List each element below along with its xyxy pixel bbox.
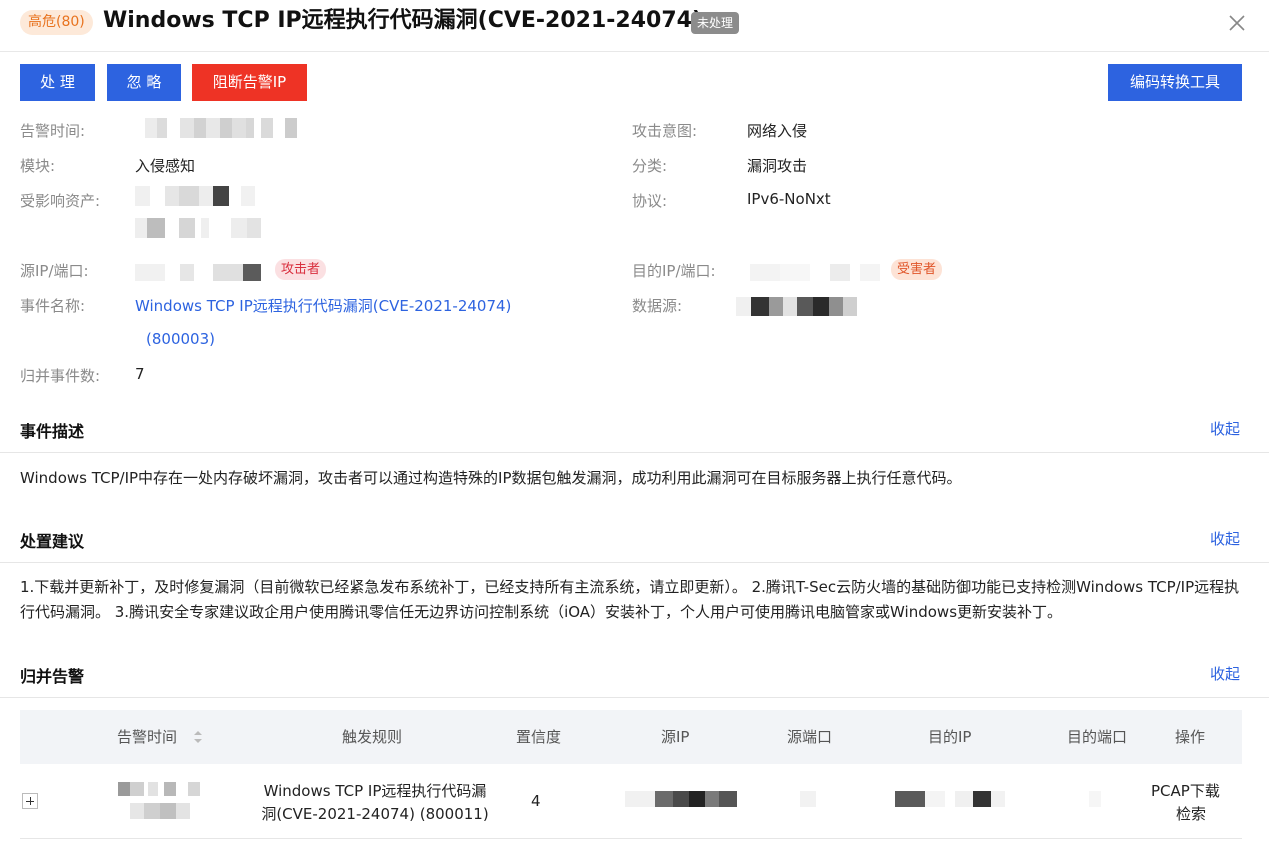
module-value: 入侵感知 <box>135 157 196 175</box>
plus-icon[interactable] <box>22 793 38 809</box>
block-ip-button[interactable]: 阻断告警IP <box>192 64 307 101</box>
pcap-download-link[interactable]: PCAP下载 <box>1151 780 1220 801</box>
column-header-dst-port: 目的端口 <box>1067 728 1128 746</box>
row-rule: Windows TCP IP远程执行代码漏 洞(CVE-2021-24074) … <box>255 780 495 826</box>
sort-icon[interactable] <box>192 729 204 745</box>
description-collapse-link[interactable]: 收起 <box>1210 418 1240 439</box>
src-ip-label: 源IP/端口: <box>20 262 89 280</box>
row-src-port-redacted <box>800 791 816 807</box>
merged-count-value: 7 <box>135 365 145 383</box>
description-text: Windows TCP/IP中存在一处内存破坏漏洞，攻击者可以通过构造特殊的IP… <box>20 469 962 487</box>
description-divider <box>0 452 1269 453</box>
event-id-link[interactable]: (800003) <box>146 330 215 348</box>
asset-label: 受影响资产: <box>20 192 101 210</box>
advice-collapse-link[interactable]: 收起 <box>1210 528 1240 549</box>
row-dst-port-redacted <box>1089 791 1101 807</box>
severity-badge: 高危(80) <box>20 10 93 35</box>
protocol-value: IPv6-NoNxt <box>747 190 831 208</box>
dst-ip-value-redacted <box>750 264 885 281</box>
row-time-redacted-2 <box>130 803 200 819</box>
alert-time-value-redacted <box>135 118 305 138</box>
column-header-rule: 触发规则 <box>342 728 403 746</box>
status-badge: 未处理 <box>691 12 740 34</box>
datasource-value-redacted <box>736 297 858 316</box>
event-name-label: 事件名称: <box>20 297 86 315</box>
ignore-button[interactable]: 忽 略 <box>107 64 181 101</box>
description-title: 事件描述 <box>20 422 85 441</box>
close-icon[interactable] <box>1226 12 1248 34</box>
row-rule-line-1: Windows TCP IP远程执行代码漏 <box>263 782 487 800</box>
attacker-tag: 攻击者 <box>275 259 327 280</box>
alert-time-label: 告警时间: <box>20 122 86 140</box>
category-value: 漏洞攻击 <box>747 157 808 175</box>
module-label: 模块: <box>20 157 56 175</box>
column-header-confidence: 置信度 <box>516 728 562 746</box>
dst-ip-label: 目的IP/端口: <box>632 262 716 280</box>
merged-title: 归并告警 <box>20 667 85 686</box>
page-title: Windows TCP IP远程执行代码漏洞(CVE-2021-24074) <box>103 8 702 33</box>
column-header-src-ip: 源IP <box>661 728 690 746</box>
column-header-alert-time[interactable]: 告警时间 <box>117 710 177 764</box>
datasource-label: 数据源: <box>632 297 683 315</box>
protocol-label: 协议: <box>632 192 668 210</box>
column-header-src-port: 源端口 <box>787 728 833 746</box>
event-name-link[interactable]: Windows TCP IP远程执行代码漏洞(CVE-2021-24074) <box>135 295 511 316</box>
merged-collapse-link[interactable]: 收起 <box>1210 663 1240 684</box>
encode-tool-button[interactable]: 编码转换工具 <box>1108 64 1242 101</box>
search-link[interactable]: 检索 <box>1176 803 1206 824</box>
intent-label: 攻击意图: <box>632 122 698 140</box>
column-header-dst-ip: 目的IP <box>928 728 972 746</box>
asset-value-redacted-2 <box>135 218 265 238</box>
advice-text: 1.下载并更新补丁，及时修复漏洞（目前微软已经紧急发布系统补丁，已经支持所有主流… <box>20 578 1240 621</box>
advice-title: 处置建议 <box>20 532 85 551</box>
row-time-redacted <box>118 782 213 796</box>
drawer-header: 高危(80) Windows TCP IP远程执行代码漏洞(CVE-2021-2… <box>0 0 1269 52</box>
advice-divider <box>0 562 1269 563</box>
merged-divider <box>0 697 1269 698</box>
category-label: 分类: <box>632 157 668 175</box>
row-src-ip-redacted <box>625 791 737 807</box>
src-ip-value-redacted <box>135 264 265 281</box>
intent-value: 网络入侵 <box>747 122 808 140</box>
row-confidence: 4 <box>531 792 541 810</box>
table-header: 告警时间 触发规则 置信度 源IP 源端口 目的IP 目的端口 操作 <box>20 710 1242 764</box>
row-rule-line-2: 洞(CVE-2021-24074) (800011) <box>261 805 489 823</box>
column-header-action: 操作 <box>1175 728 1206 746</box>
row-divider <box>20 838 1242 839</box>
victim-tag: 受害者 <box>891 259 943 280</box>
asset-value-redacted <box>135 186 265 206</box>
row-dst-ip-redacted <box>895 791 1007 807</box>
merged-count-label: 归并事件数: <box>20 367 101 385</box>
handle-button[interactable]: 处 理 <box>20 64 95 101</box>
